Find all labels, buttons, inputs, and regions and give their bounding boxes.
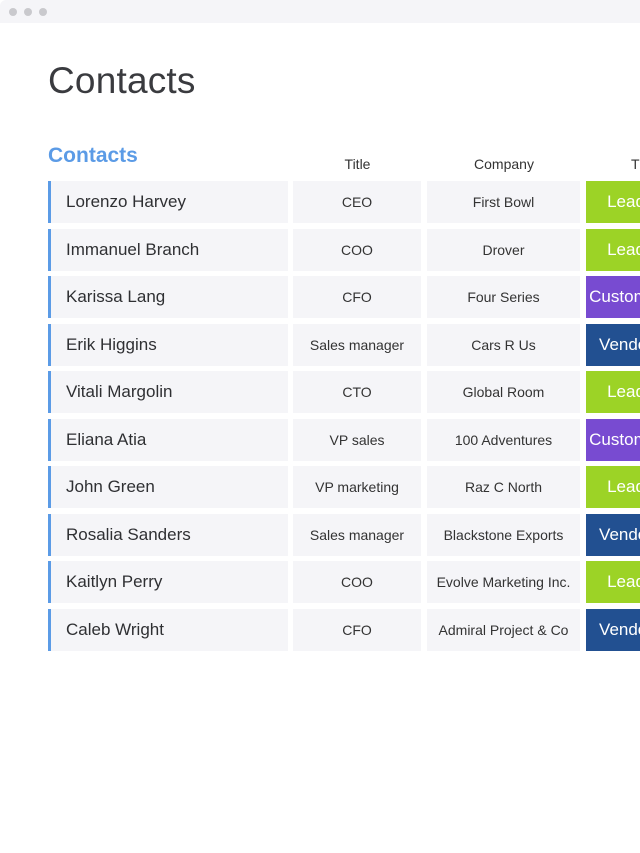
contact-name: Lorenzo Harvey [66,192,187,211]
company-cell[interactable]: Cars R Us [427,323,580,366]
title-cell[interactable]: VP marketing [293,466,421,508]
contact-company: Four Series [467,289,540,305]
contact-title: VP sales [329,431,385,448]
company-cell[interactable]: Global Room [427,371,580,413]
contact-company: First Bowl [472,194,535,210]
column-header-title[interactable]: Title [293,156,422,172]
title-cell[interactable]: Sales manager [293,513,421,556]
title-cell[interactable]: CEO [293,181,421,223]
type-status-label: Lead [607,572,640,591]
contact-company: 100 Adventures [454,431,553,448]
contact-name-cell[interactable]: Rosalia Sanders [48,513,288,556]
type-status-cell[interactable]: Vendor [586,513,640,556]
contact-company: Drover [482,241,525,258]
contact-title: CTO [342,384,372,400]
title-cell[interactable]: Sales manager [293,323,421,366]
contact-name: Kaitlyn Perry [66,572,163,591]
contact-name: Vitali Margolin [66,382,173,401]
type-status-cell[interactable]: Vendor [586,608,640,651]
contact-name: Immanuel Branch [66,239,200,259]
contact-title: Sales manager [309,336,405,353]
column-header-company[interactable]: Company [427,156,581,172]
type-status-label: Lead [607,192,640,211]
contact-name: Eliana Atia [66,429,147,449]
type-status-cell[interactable]: Lead [586,181,640,223]
type-status-label: Customer [589,429,640,449]
type-status-cell[interactable]: Lead [586,228,640,271]
window-close-dot-icon[interactable] [9,8,17,16]
type-status-label: Vendor [599,619,640,639]
contact-company: Cars R Us [471,336,536,353]
type-status-cell[interactable]: Lead [586,466,640,508]
type-status-label: Lead [607,477,640,496]
type-status-label: Lead [607,239,640,259]
type-status-cell[interactable]: Vendor [586,323,640,366]
contact-title: CFO [342,621,372,638]
contact-name-cell[interactable]: Kaitlyn Perry [48,561,288,603]
company-cell[interactable]: Blackstone Exports [427,513,580,556]
contact-title: COO [341,241,373,258]
company-cell[interactable]: Evolve Marketing Inc. [427,561,580,603]
contact-title: COO [341,574,373,590]
contact-name: Erik Higgins [66,334,157,354]
column-header-type[interactable]: T [586,156,640,172]
type-status-label: Vendor [599,334,640,354]
company-cell[interactable]: Raz C North [427,466,580,508]
title-cell[interactable]: COO [293,228,421,271]
title-cell[interactable]: VP sales [293,418,421,461]
contact-company: Raz C North [464,479,543,495]
title-cell[interactable]: CFO [293,276,421,318]
group-title[interactable]: Contacts [48,144,138,168]
type-status-cell[interactable]: Lead [586,561,640,603]
company-cell[interactable]: 100 Adventures [427,418,580,461]
type-status-label: Lead [607,382,640,401]
window-titlebar [0,0,640,23]
contact-name-cell[interactable]: Erik Higgins [48,323,288,366]
contact-company: Admiral Project & Co [438,621,569,638]
contact-name-cell[interactable]: Vitali Margolin [48,371,288,413]
company-cell[interactable]: First Bowl [427,181,580,223]
contact-company: Global Room [462,384,545,400]
company-cell[interactable]: Drover [427,228,580,271]
title-cell[interactable]: CFO [293,608,421,651]
contact-title: VP marketing [315,479,399,495]
contact-name: Caleb Wright [66,619,164,639]
title-cell[interactable]: CTO [293,371,421,413]
type-status-cell[interactable]: Customer [586,418,640,461]
contact-name-cell[interactable]: Lorenzo Harvey [48,181,288,223]
contact-name-cell[interactable]: Caleb Wright [48,608,288,651]
company-cell[interactable]: Four Series [427,276,580,318]
contact-title: CEO [341,194,373,210]
title-cell[interactable]: COO [293,561,421,603]
type-status-label: Vendor [599,524,640,544]
contact-name-cell[interactable]: Immanuel Branch [48,228,288,271]
contact-name-cell[interactable]: Karissa Lang [48,276,288,318]
contact-name: John Green [66,477,155,496]
contact-title: CFO [342,289,372,305]
company-cell[interactable]: Admiral Project & Co [427,608,580,651]
type-status-cell[interactable]: Customer [586,276,640,318]
contact-title: Sales manager [309,526,405,543]
type-status-cell[interactable]: Lead [586,371,640,413]
page-title: Contacts [48,60,196,101]
contact-name: Rosalia Sanders [66,524,191,544]
contact-name: Karissa Lang [66,287,166,306]
window-maximize-dot-icon[interactable] [39,8,47,16]
contact-company: Evolve Marketing Inc. [436,574,571,590]
contact-name-cell[interactable]: Eliana Atia [48,418,288,461]
contact-name-cell[interactable]: John Green [48,466,288,508]
type-status-label: Customer [589,287,640,306]
contact-company: Blackstone Exports [443,526,564,543]
window-minimize-dot-icon[interactable] [24,8,32,16]
